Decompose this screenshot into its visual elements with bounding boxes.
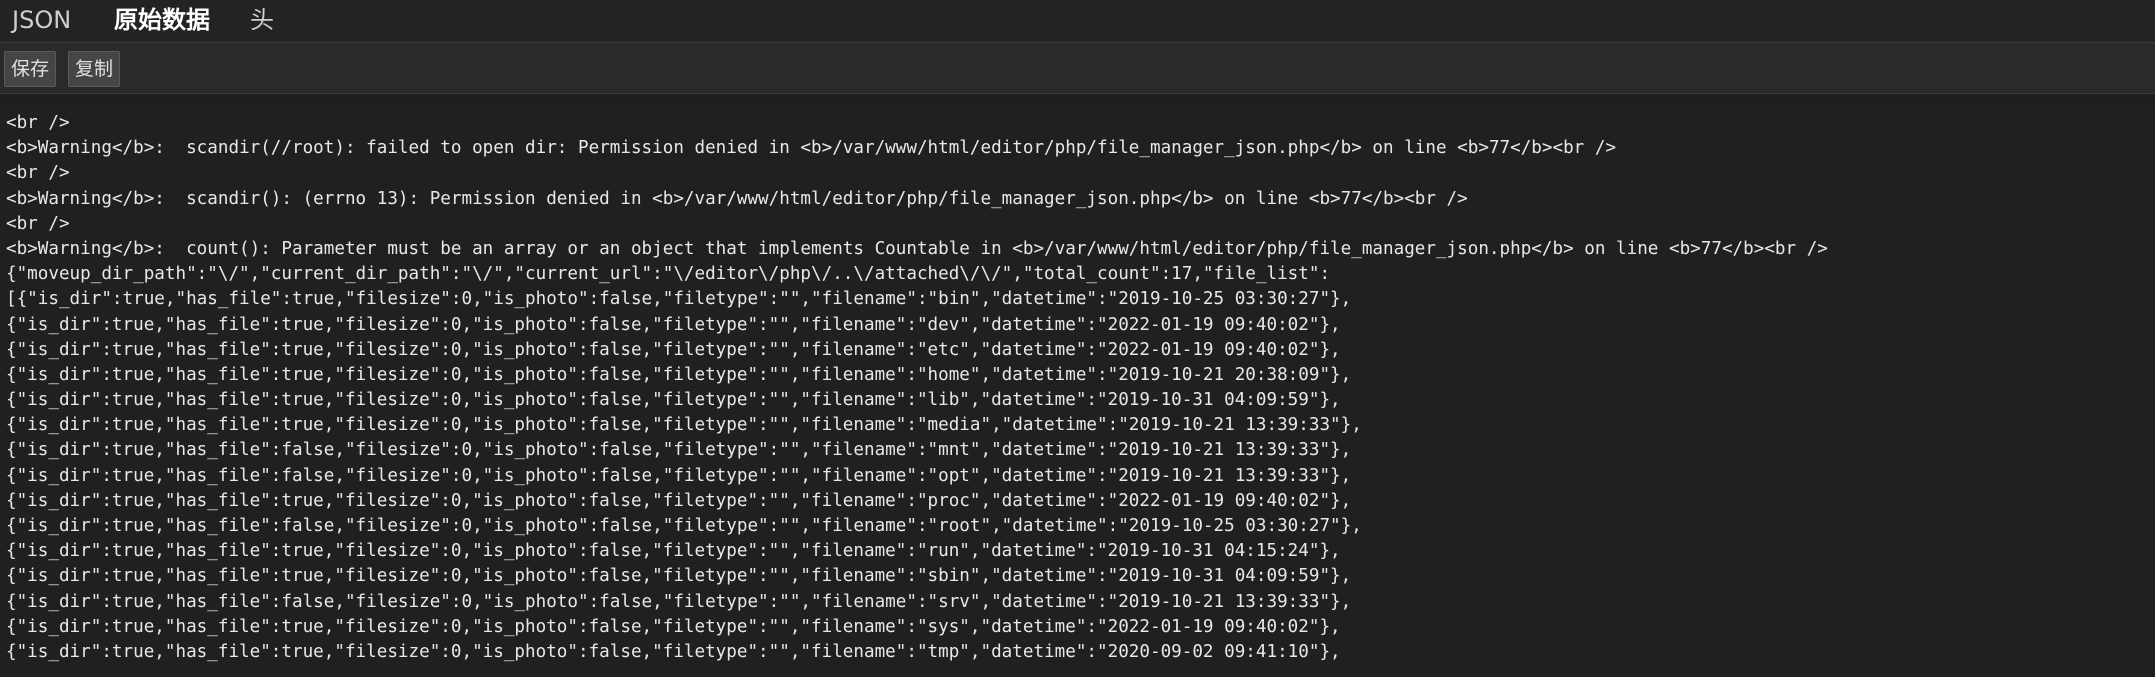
raw-line: <br /> xyxy=(6,113,70,133)
raw-line: {"is_dir":true,"has_file":true,"filesize… xyxy=(6,566,1352,587)
raw-line: {"is_dir":true,"has_file":true,"filesize… xyxy=(6,364,1352,385)
raw-line: {"is_dir":true,"has_file":true,"filesize… xyxy=(6,541,1341,562)
raw-line: <br /> xyxy=(6,163,70,184)
raw-line: {"is_dir":true,"has_file":true,"filesize… xyxy=(6,390,1341,411)
save-button[interactable]: 保存 xyxy=(4,51,57,87)
raw-line: {"is_dir":true,"has_file":true,"filesize… xyxy=(6,415,1362,436)
raw-response-panel[interactable]: <br /> <b>Warning</b>: scandir(//root): f… xyxy=(0,106,2155,677)
raw-line: {"moveup_dir_path":"\/","current_dir_pat… xyxy=(6,264,1331,285)
copy-button[interactable]: 复制 xyxy=(68,51,121,87)
raw-line: {"is_dir":true,"has_file":false,"filesiz… xyxy=(6,440,1352,461)
tab-json[interactable]: JSON xyxy=(12,0,71,42)
raw-line: {"is_dir":true,"has_file":true,"filesize… xyxy=(6,314,1341,335)
raw-line: <b>Warning</b>: scandir(//root): failed … xyxy=(6,138,1617,159)
viewer-tab-bar: JSON 原始数据 头 xyxy=(0,0,2155,43)
raw-line: {"is_dir":true,"has_file":false,"filesiz… xyxy=(6,465,1352,486)
raw-line: {"is_dir":true,"has_file":true,"filesize… xyxy=(6,641,1341,662)
raw-line: <br /> xyxy=(6,213,70,234)
raw-line: {"is_dir":true,"has_file":false,"filesiz… xyxy=(6,591,1352,612)
raw-data-toolbar: 保存 复制 xyxy=(0,43,2155,94)
raw-line: {"is_dir":true,"has_file":true,"filesize… xyxy=(6,339,1341,360)
raw-line: {"is_dir":true,"has_file":true,"filesize… xyxy=(6,490,1352,511)
raw-line: {"is_dir":true,"has_file":true,"filesize… xyxy=(6,616,1341,637)
raw-response-text: <br /> <b>Warning</b>: scandir(//root): f… xyxy=(0,106,2155,665)
raw-line: <b>Warning</b>: scandir(): (errno 13): P… xyxy=(6,188,1468,209)
raw-line: {"is_dir":true,"has_file":false,"filesiz… xyxy=(6,516,1362,536)
raw-line: <b>Warning</b>: count(): Parameter must … xyxy=(6,238,1828,259)
tab-headers[interactable]: 头 xyxy=(250,0,274,42)
tab-raw-data[interactable]: 原始数据 xyxy=(114,0,210,42)
raw-line: [{"is_dir":true,"has_file":true,"filesiz… xyxy=(6,289,1352,310)
